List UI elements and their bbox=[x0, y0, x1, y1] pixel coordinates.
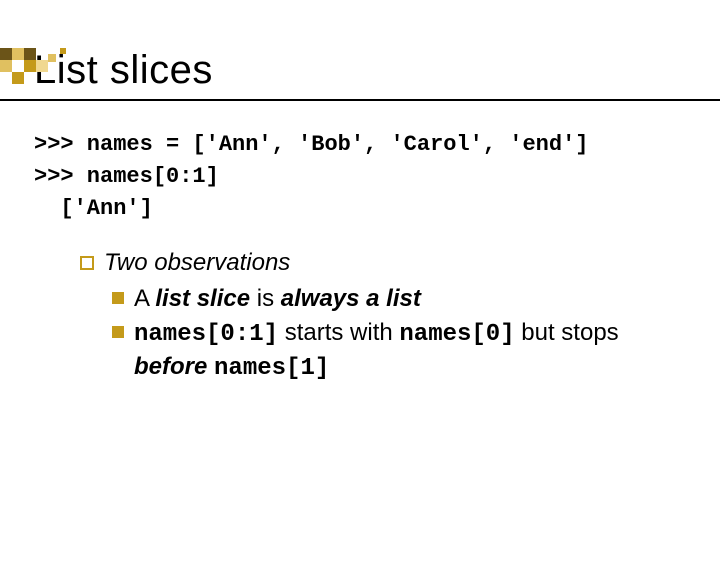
filled-square-bullet-icon bbox=[112, 292, 124, 304]
corner-decoration bbox=[0, 48, 120, 88]
code-line-1: >>> names = ['Ann', 'Bob', 'Carol', 'end… bbox=[34, 129, 686, 161]
observations-header: Two observations bbox=[80, 249, 686, 277]
code-line-3: ['Ann'] bbox=[34, 193, 686, 225]
hollow-square-bullet-icon bbox=[80, 256, 94, 270]
observation-1-text: A list slice is always a list bbox=[134, 283, 686, 315]
observations-block: Two observations A list slice is always … bbox=[34, 249, 686, 386]
filled-square-bullet-icon bbox=[112, 326, 124, 338]
observation-2-text: names[0:1] starts with names[0] but stop… bbox=[134, 317, 686, 386]
slide-content: >>> names = ['Ann', 'Bob', 'Carol', 'end… bbox=[0, 101, 720, 386]
page-title: List slices bbox=[34, 48, 686, 93]
observation-item-2: names[0:1] starts with names[0] but stop… bbox=[80, 317, 686, 386]
observations-header-text: Two observations bbox=[104, 249, 290, 277]
code-line-2: >>> names[0:1] bbox=[34, 161, 686, 193]
observation-item-1: A list slice is always a list bbox=[80, 283, 686, 315]
